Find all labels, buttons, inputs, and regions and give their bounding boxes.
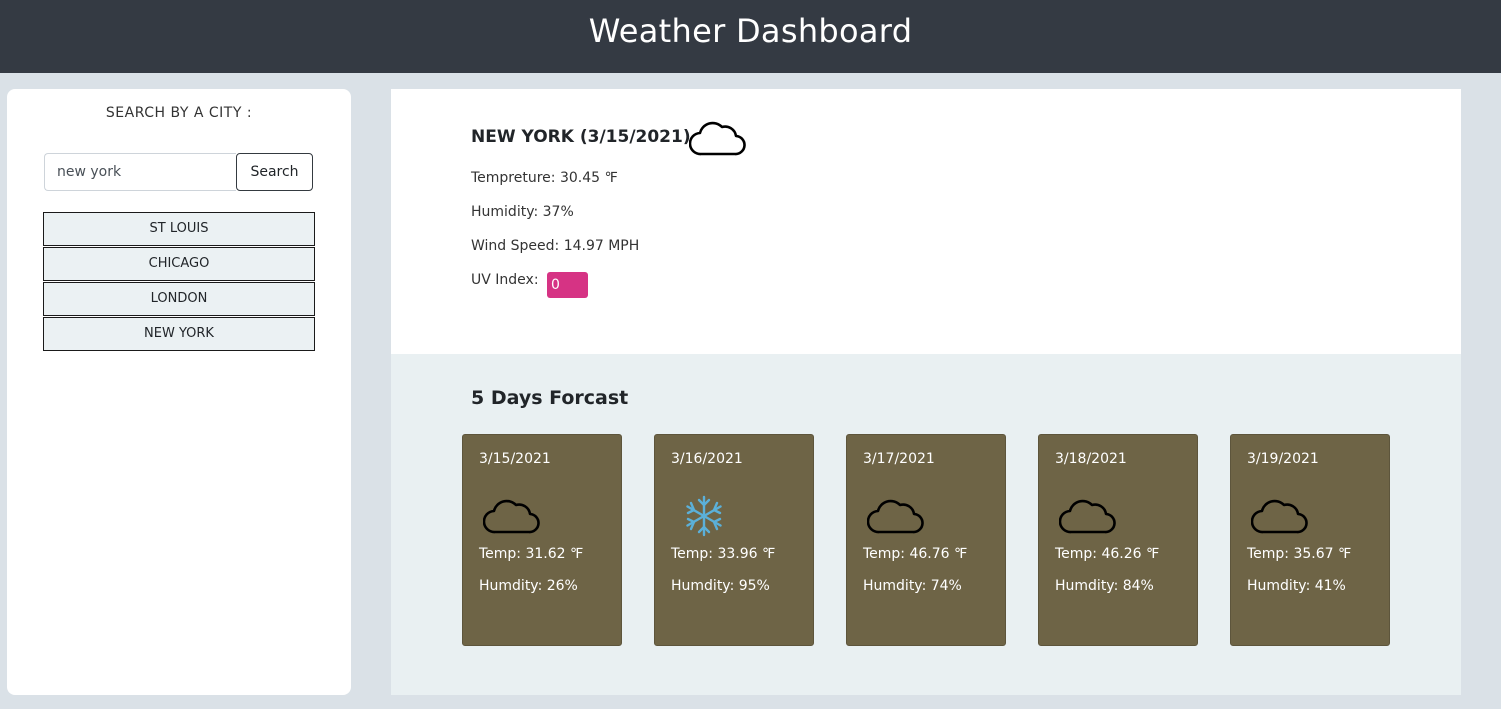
forecast-section: 5 Days Forcast 3/15/2021 Temp: 31.62 ℉ H… <box>391 354 1461 695</box>
cloud-icon <box>867 499 924 534</box>
cloud-icon <box>1059 499 1116 534</box>
app-header: Weather Dashboard <box>0 0 1501 73</box>
current-humidity: Humidity: 37% <box>471 204 574 220</box>
history-item-new-york[interactable]: NEW YORK <box>43 317 315 351</box>
main-panel: NEW YORK (3/15/2021) Tempreture: 30.45 ℉… <box>391 89 1461 695</box>
city-date-title: NEW YORK (3/15/2021) <box>471 127 691 147</box>
forecast-humidity: Humdity: 26% <box>479 578 578 594</box>
current-wind-speed: Wind Speed: 14.97 MPH <box>471 238 640 254</box>
history-item-london[interactable]: LONDON <box>43 282 315 316</box>
forecast-date: 3/18/2021 <box>1055 451 1127 467</box>
uv-index-badge: 0 <box>547 272 588 298</box>
page-title: Weather Dashboard <box>588 12 913 50</box>
history-item-st-louis[interactable]: ST LOUIS <box>43 212 315 246</box>
snowflake-icon <box>686 495 722 537</box>
forecast-temp: Temp: 35.67 ℉ <box>1247 546 1352 562</box>
search-history-list: ST LOUIS CHICAGO LONDON NEW YORK <box>43 212 315 352</box>
forecast-humidity: Humdity: 84% <box>1055 578 1154 594</box>
forecast-humidity: Humdity: 95% <box>671 578 770 594</box>
uv-index-label: UV Index: <box>471 272 539 288</box>
forecast-humidity: Humdity: 74% <box>863 578 962 594</box>
forecast-temp: Temp: 33.96 ℉ <box>671 546 776 562</box>
search-title: SEARCH BY A CITY : <box>105 105 253 121</box>
forecast-date: 3/15/2021 <box>479 451 551 467</box>
city-search-input[interactable] <box>44 153 236 191</box>
forecast-date: 3/17/2021 <box>863 451 935 467</box>
forecast-card: 3/17/2021 Temp: 46.76 ℉ Humdity: 74% <box>846 434 1006 646</box>
forecast-temp: Temp: 31.62 ℉ <box>479 546 584 562</box>
forecast-date: 3/16/2021 <box>671 451 743 467</box>
forecast-humidity: Humdity: 41% <box>1247 578 1346 594</box>
search-button[interactable]: Search <box>236 153 313 191</box>
history-item-chicago[interactable]: CHICAGO <box>43 247 315 281</box>
forecast-title: 5 Days Forcast <box>471 387 629 409</box>
forecast-card: 3/19/2021 Temp: 35.67 ℉ Humdity: 41% <box>1230 434 1390 646</box>
forecast-card: 3/18/2021 Temp: 46.26 ℉ Humdity: 84% <box>1038 434 1198 646</box>
forecast-temp: Temp: 46.26 ℉ <box>1055 546 1160 562</box>
cloud-icon <box>689 121 746 156</box>
cloud-icon <box>483 499 540 534</box>
forecast-card: 3/15/2021 Temp: 31.62 ℉ Humdity: 26% <box>462 434 622 646</box>
current-temperature: Tempreture: 30.45 ℉ <box>471 170 618 186</box>
forecast-card: 3/16/2021 Temp: 33.96 ℉ Humdity: 95% <box>654 434 814 646</box>
current-weather: NEW YORK (3/15/2021) Tempreture: 30.45 ℉… <box>391 89 1461 354</box>
search-sidebar: SEARCH BY A CITY : Search ST LOUIS CHICA… <box>7 89 351 695</box>
forecast-date: 3/19/2021 <box>1247 451 1319 467</box>
cloud-icon <box>1251 499 1308 534</box>
forecast-temp: Temp: 46.76 ℉ <box>863 546 968 562</box>
